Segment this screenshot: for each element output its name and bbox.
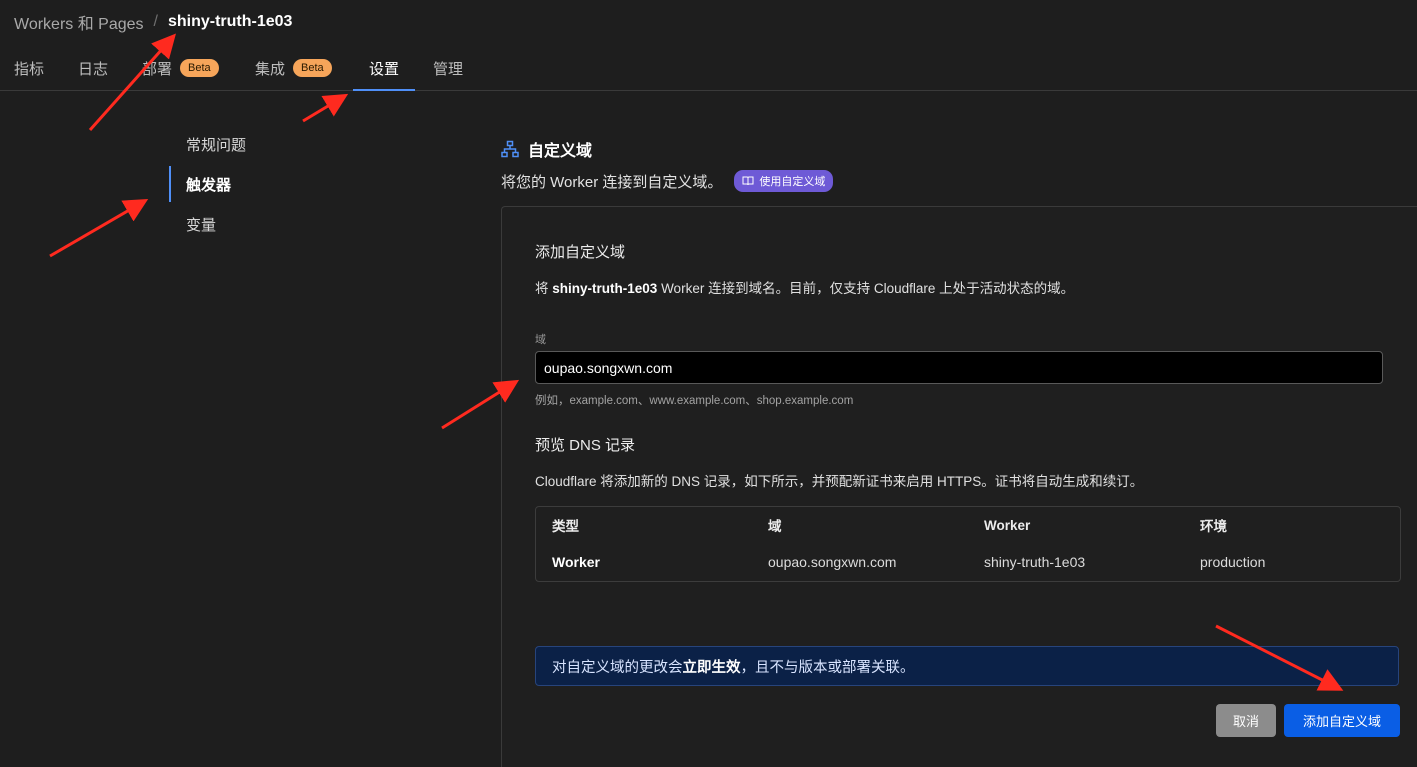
side-item-general[interactable]: 常规问题 — [169, 124, 369, 164]
table-cell: oupao.songxwn.com — [768, 554, 897, 570]
tab-manage[interactable]: 管理 — [433, 46, 463, 90]
notice-prefix: 对自定义域的更改会 — [552, 659, 683, 676]
settings-side-nav: 常规问题 触发器 变量 — [169, 124, 369, 244]
tab-metrics[interactable]: 指标 — [14, 46, 44, 90]
info-notice: 对自定义域的更改会 立即生效 ，且不与版本或部署关联。 — [535, 646, 1399, 686]
tab-label: 指标 — [14, 60, 45, 78]
table-header-cell: 域 — [768, 519, 782, 534]
notice-bold: 立即生效 — [682, 659, 741, 676]
tab-integrations[interactable]: 集成 Beta — [255, 46, 332, 90]
card-desc-suffix: Worker 连接到域名。目前，仅支持 Cloudflare 上处于活动状态的域… — [661, 281, 1075, 296]
table-header-cell: 类型 — [552, 519, 579, 534]
section-header: 自定义域 — [501, 137, 592, 161]
side-item-label: 变量 — [186, 216, 217, 234]
side-item-variables[interactable]: 变量 — [169, 204, 369, 244]
dns-preview-description: Cloudflare 将添加新的 DNS 记录，如下所示，并预配新证书来启用 H… — [535, 474, 1144, 489]
worker-name: shiny-truth-1e03 — [552, 281, 658, 296]
annotation-arrow — [49, 198, 149, 258]
tab-label: 管理 — [433, 60, 464, 78]
dns-preview-title: 预览 DNS 记录 — [535, 437, 636, 454]
tab-deployments[interactable]: 部署 Beta — [142, 46, 219, 90]
docs-badge[interactable]: 使用自定义域 — [734, 170, 834, 192]
section-title: 自定义域 — [528, 143, 593, 160]
beta-badge: Beta — [293, 59, 332, 77]
table-cell: shiny-truth-1e03 — [984, 554, 1086, 570]
section-description: 将您的 Worker 连接到自定义域。 使用自定义域 — [501, 170, 834, 192]
add-custom-domain-button[interactable]: 添加自定义域 — [1284, 704, 1400, 737]
breadcrumb-separator: / — [153, 13, 158, 30]
notice-suffix: ，且不与版本或部署关联。 — [740, 659, 915, 676]
table-header-cell: Worker — [984, 517, 1031, 533]
card-title: 添加自定义域 — [535, 244, 626, 261]
card-desc-prefix: 将 — [535, 281, 549, 296]
table-header-row: 类型 域 Worker 环境 — [536, 507, 1400, 543]
breadcrumb: Workers 和 Pages / shiny-truth-1e03 — [14, 10, 292, 34]
table-header-cell: 环境 — [1200, 519, 1227, 534]
book-icon — [742, 176, 754, 186]
sitemap-icon — [501, 140, 519, 158]
tab-label: 部署 — [142, 60, 173, 78]
table-cell: Worker — [552, 554, 600, 570]
tab-label: 集成 — [255, 60, 286, 78]
tab-settings[interactable]: 设置 — [352, 46, 416, 91]
breadcrumb-current: shiny-truth-1e03 — [167, 13, 293, 30]
add-custom-domain-card: 添加自定义域 将 shiny-truth-1e03 Worker 连接到域名。目… — [501, 206, 1417, 767]
section-description-text: 将您的 Worker 连接到自定义域。 — [501, 173, 723, 191]
annotation-arrow — [302, 93, 349, 123]
tab-label: 设置 — [369, 60, 400, 78]
beta-badge: Beta — [180, 59, 219, 77]
tab-label: 日志 — [78, 60, 109, 78]
side-item-label: 常规问题 — [186, 136, 247, 154]
breadcrumb-parent-link[interactable]: Workers 和 Pages — [14, 10, 144, 34]
docs-badge-label: 使用自定义域 — [759, 176, 826, 188]
dns-record-table: 类型 域 Worker 环境 Worker oupao.songxwn.com … — [535, 506, 1401, 582]
side-item-label: 触发器 — [186, 176, 232, 194]
cancel-button[interactable]: 取消 — [1216, 704, 1276, 737]
domain-field-label: 域 — [535, 334, 546, 346]
table-cell: production — [1200, 554, 1266, 570]
tab-logs[interactable]: 日志 — [78, 46, 108, 90]
table-row: Worker oupao.songxwn.com shiny-truth-1e0… — [536, 544, 1400, 580]
domain-field-hint: 例如，example.com、www.example.com、shop.exam… — [535, 395, 854, 407]
card-description: 将 shiny-truth-1e03 Worker 连接到域名。目前，仅支持 C… — [535, 277, 1074, 297]
tab-bar: 指标 日志 部署 Beta 集成 Beta 设置 管理 — [0, 46, 1417, 91]
domain-input[interactable] — [535, 351, 1383, 384]
side-item-triggers[interactable]: 触发器 — [169, 164, 369, 204]
